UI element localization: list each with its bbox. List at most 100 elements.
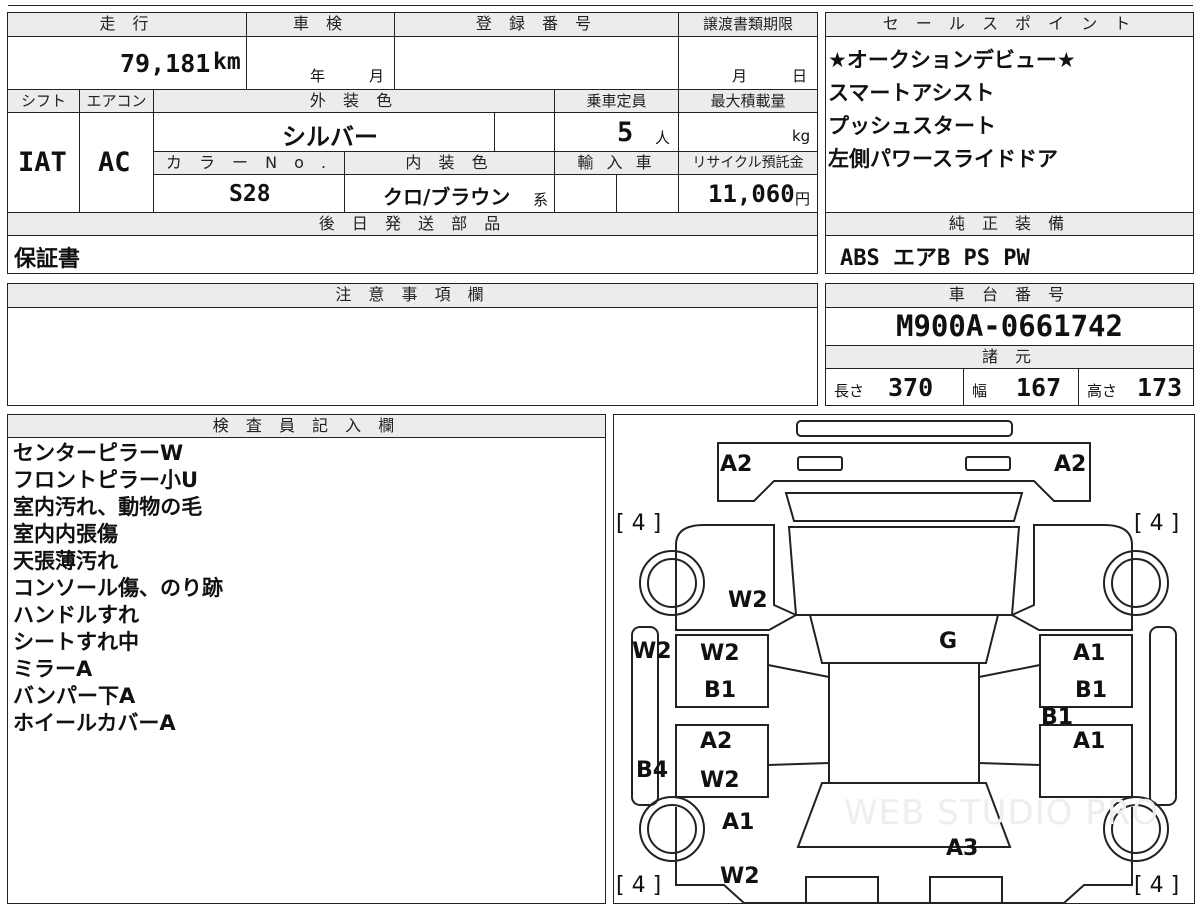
rear-lamp-left <box>805 876 879 903</box>
windshield <box>808 614 1000 664</box>
transfer-month-unit: 月 <box>732 67 748 85</box>
damage-left-rear-door-1: A2 <box>700 729 733 754</box>
damage-left-front-door-1: W2 <box>700 641 740 666</box>
length-value: 370 <box>888 373 934 402</box>
later-parts-value: 保証書 <box>14 247 81 272</box>
damage-left-front-door-2: B1 <box>704 678 737 703</box>
import-cell-1 <box>555 175 617 212</box>
sales-point-item: ★オークションデビュー★ <box>828 48 1076 72</box>
chassis-number-value: M900A-0661742 <box>896 309 1123 343</box>
color-no-value: S28 <box>229 181 271 207</box>
inspector-note: 室内内張傷 <box>13 522 118 546</box>
transfer-deadline-header: 譲渡書類期限 <box>679 13 817 37</box>
roof <box>828 662 980 784</box>
aircon-value: AC <box>98 147 131 178</box>
chassis-number-header: 車 台 番 号 <box>826 284 1193 308</box>
import-cell-2 <box>617 175 679 212</box>
car-diagram-box: [ 4 ] [ 4 ] [ 4 ] [ 4 ] A2 A2 W2 G W2 W2… <box>613 414 1195 904</box>
exterior-color-extra <box>495 113 555 151</box>
exterior-color-value: シルバー <box>282 123 378 151</box>
exterior-color-header: 外 装 色 <box>154 89 555 113</box>
left-headlight <box>797 456 843 471</box>
grille <box>784 492 1024 522</box>
inspector-note: ハンドルすれ <box>13 603 139 627</box>
interior-color-header: 内 装 色 <box>345 151 555 175</box>
inspector-note: シートすれ中 <box>13 630 139 654</box>
capacity-cell: 5 人 <box>555 113 679 151</box>
damage-left-rear-door-2: W2 <box>700 768 740 793</box>
recycle-unit: 円 <box>795 190 811 208</box>
damage-right-front-door-2: B1 <box>1075 678 1108 703</box>
tire-mark-front-left: [ 4 ] <box>616 511 662 536</box>
transfer-deadline-cell: 月 日 <box>679 37 817 89</box>
inspector-note: ホイールカバーA <box>13 711 176 735</box>
damage-left-rear-fender: A1 <box>722 810 755 835</box>
damage-right-pillar: B1 <box>1041 705 1074 730</box>
mileage-header: 走 行 <box>8 13 247 37</box>
damage-roof-front: G <box>939 629 958 654</box>
inspector-note: フロントピラー小U <box>13 468 199 492</box>
damage-front-right-corner: A2 <box>1054 452 1087 477</box>
recycle-cell: 11,060 円 <box>679 175 817 212</box>
inspector-note: ミラーA <box>13 657 93 681</box>
inspector-note: 室内汚れ、動物の毛 <box>13 495 203 519</box>
damage-hood-left: W2 <box>728 588 768 613</box>
capacity-unit: 人 <box>655 129 671 147</box>
recycle-header: リサイクル預託金 <box>679 151 817 175</box>
width-label: 幅 <box>972 382 988 400</box>
exterior-color-cell: シルバー <box>154 113 495 151</box>
color-no-header: カ ラ ー N o . <box>154 151 345 175</box>
aircon-header: エアコン <box>80 89 154 113</box>
genuine-equipment-value: ABS エアB PS PW <box>840 246 1030 271</box>
damage-rear-right: A3 <box>946 836 979 861</box>
specs-header: 諸 元 <box>826 345 1193 369</box>
capacity-value: 5 <box>617 117 634 148</box>
sales-point-list: ★オークションデビュー★ スマートアシスト プッシュスタート 左側パワースライド… <box>828 44 1188 176</box>
color-no-cell: S28 <box>154 175 345 212</box>
aircon-cell: AC <box>80 113 154 212</box>
tire-front-right <box>1103 550 1169 616</box>
right-sill <box>1149 626 1177 806</box>
tire-rear-left <box>639 796 705 862</box>
height-label: 高さ <box>1087 382 1118 400</box>
hood <box>787 526 1021 616</box>
width-value: 167 <box>1016 373 1062 402</box>
tire-front-left <box>639 550 705 616</box>
registration-cell <box>395 37 679 89</box>
interior-color-cell: クロ/ブラウン 系 <box>345 175 555 212</box>
shift-header: シフト <box>8 89 80 113</box>
inspector-note: 天張薄汚れ <box>13 549 118 573</box>
width-cell: 幅 167 <box>964 369 1079 405</box>
damage-left-rear-sill: B4 <box>636 758 669 783</box>
shift-cell: IAT <box>8 113 80 212</box>
inspection-year-unit: 年 <box>310 67 326 85</box>
max-load-header: 最大積載量 <box>679 89 817 113</box>
sales-point-header: セ ー ル ス ポ イ ン ト <box>826 13 1193 37</box>
mileage-unit: km <box>213 49 241 75</box>
height-value: 173 <box>1137 373 1183 402</box>
tire-mark-rear-right: [ 4 ] <box>1134 873 1180 898</box>
interior-color-value: クロ/ブラウン <box>383 185 511 209</box>
recycle-value: 11,060 <box>708 180 795 208</box>
inspection-header: 車 検 <box>247 13 395 37</box>
inspector-note: センターピラーW <box>13 441 184 465</box>
inspector-note: バンパー下A <box>13 684 136 708</box>
damage-right-front-door-1: A1 <box>1073 641 1106 666</box>
transfer-day-unit: 日 <box>792 67 808 85</box>
sales-point-item: プッシュスタート <box>828 114 996 138</box>
later-parts-header: 後 日 発 送 部 品 <box>8 212 817 236</box>
watermark: WEB STUDIO PRO <box>844 793 1160 833</box>
damage-front-left-corner: A2 <box>720 452 753 477</box>
import-header: 輸 入 車 <box>555 151 679 175</box>
damage-right-rear-door: A1 <box>1073 729 1106 754</box>
length-label: 長さ <box>834 382 865 400</box>
mileage-cell: 79,181 km <box>8 37 247 89</box>
sales-point-item: 左側パワースライドドア <box>828 147 1058 171</box>
tire-mark-front-right: [ 4 ] <box>1134 511 1180 536</box>
inspector-note: コンソール傷、のり跡 <box>13 576 223 600</box>
notes-header: 注 意 事 項 欄 <box>8 284 817 308</box>
inspector-notes-list: センターピラーW フロントピラー小U 室内汚れ、動物の毛 室内内張傷 天張薄汚れ… <box>13 440 593 737</box>
inspection-cell: 年 月 <box>247 37 395 89</box>
length-cell: 長さ 370 <box>826 369 964 405</box>
sales-point-item: スマートアシスト <box>828 81 995 105</box>
